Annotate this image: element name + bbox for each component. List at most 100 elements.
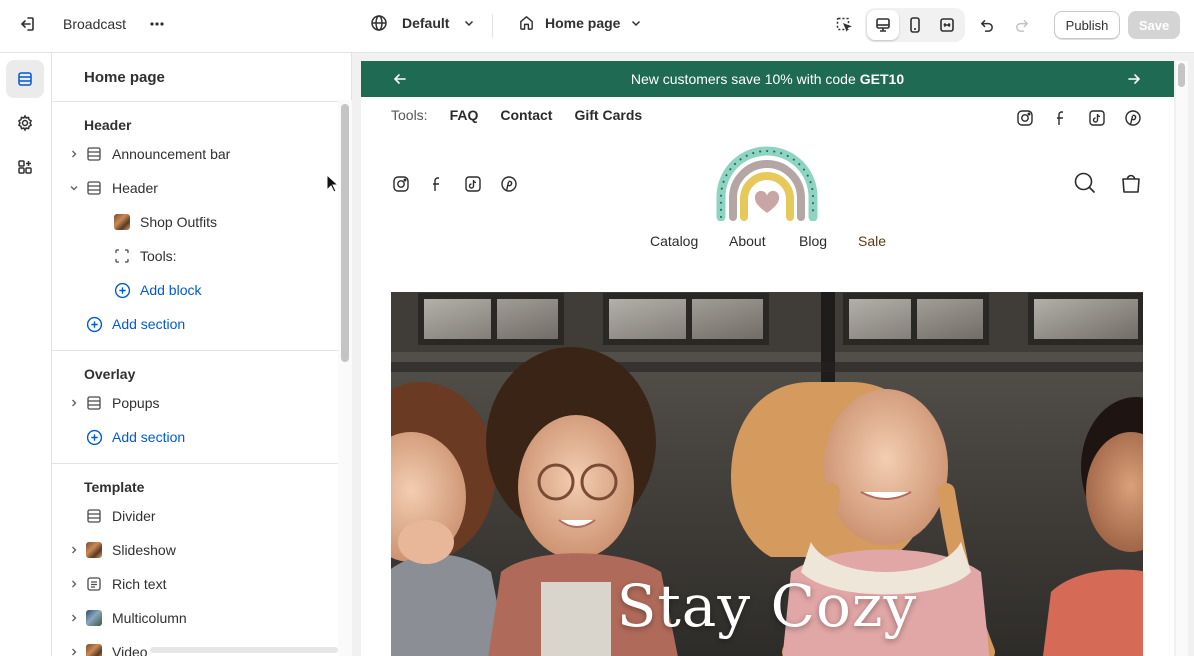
theme-selector[interactable]: Default xyxy=(370,14,475,32)
arrow-left-icon[interactable] xyxy=(391,70,409,88)
rainbow-logo[interactable] xyxy=(715,145,819,226)
chevron-down-icon[interactable] xyxy=(68,182,80,194)
sections-icon[interactable] xyxy=(6,60,44,98)
globe-icon xyxy=(370,14,388,32)
nav-link-sale[interactable]: Sale xyxy=(858,233,886,249)
hero-slideshow-image[interactable]: Stay Cozy xyxy=(391,292,1143,656)
sidebar-scrollbar[interactable] xyxy=(341,104,349,362)
image-thumbnail-icon xyxy=(85,541,103,559)
image-thumbnail-icon xyxy=(113,213,131,231)
preview-scrollbar[interactable] xyxy=(1178,63,1185,87)
top-bar: Broadcast Default Home page Publish Save xyxy=(0,0,1194,53)
add-section-button[interactable]: Add section xyxy=(52,420,338,454)
theme-label: Default xyxy=(402,15,450,31)
arrow-right-icon[interactable] xyxy=(1125,70,1143,88)
add-section-label: Add section xyxy=(112,316,186,332)
add-section-button[interactable]: Add section xyxy=(52,307,338,341)
more-horizontal-icon[interactable] xyxy=(142,9,172,39)
sidebar-item-announcement-bar[interactable]: Announcement bar xyxy=(52,137,338,171)
page-selector[interactable]: Home page xyxy=(518,14,642,31)
store-name[interactable]: Broadcast xyxy=(63,16,126,32)
section-icon xyxy=(85,394,103,412)
add-section-label: Add section xyxy=(112,429,186,445)
chevron-right-icon[interactable] xyxy=(68,397,80,409)
sidebar-item-multicolumn[interactable]: Multicolumn xyxy=(52,601,338,635)
tools-label: Tools: xyxy=(391,107,428,123)
publish-button[interactable]: Publish xyxy=(1054,11,1120,39)
sidebar-item-label: Shop Outfits xyxy=(140,214,218,230)
left-rail xyxy=(0,53,52,656)
sidebar-item-label: Header xyxy=(112,180,158,196)
group-title-overlay: Overlay xyxy=(84,366,136,382)
sidebar-item-label: Slideshow xyxy=(112,542,176,558)
tool-link-contact[interactable]: Contact xyxy=(500,107,552,123)
pinterest-icon[interactable] xyxy=(1123,108,1143,128)
exit-icon[interactable] xyxy=(12,9,42,39)
nav-link-blog[interactable]: Blog xyxy=(799,233,827,249)
sections-sidebar: Home page Header Announcement bar Header… xyxy=(52,53,352,656)
home-icon xyxy=(518,14,535,31)
tiktok-icon[interactable] xyxy=(1087,108,1107,128)
search-icon[interactable] xyxy=(1073,171,1097,195)
divider xyxy=(52,463,338,464)
sidebar-item-label: Rich text xyxy=(112,576,167,592)
sidebar-item-shop-outfits[interactable]: Shop Outfits xyxy=(52,205,338,239)
sidebar-item-label: Video xyxy=(112,644,148,656)
mobile-icon[interactable] xyxy=(899,10,931,40)
plus-circle-icon xyxy=(85,315,103,333)
chevron-right-icon[interactable] xyxy=(68,148,80,160)
add-block-button[interactable]: Add block xyxy=(52,273,338,307)
preview-scrollbar-track xyxy=(1176,61,1188,656)
tool-link-faq[interactable]: FAQ xyxy=(450,107,479,123)
frame-icon xyxy=(113,247,131,265)
announcement-bar[interactable]: New customers save 10% with code GET10 xyxy=(361,61,1174,97)
chevron-right-icon[interactable] xyxy=(68,578,80,590)
hero-title: Stay Cozy xyxy=(616,572,918,640)
group-title-template: Template xyxy=(84,479,145,495)
desktop-icon[interactable] xyxy=(867,10,899,40)
chevron-right-icon[interactable] xyxy=(68,544,80,556)
fullwidth-icon[interactable] xyxy=(931,10,963,40)
nav-link-about[interactable]: About xyxy=(729,233,766,249)
announcement-code: GET10 xyxy=(859,71,905,87)
inspector-icon[interactable] xyxy=(829,10,859,40)
plus-circle-icon xyxy=(85,428,103,446)
apps-icon[interactable] xyxy=(6,148,44,186)
chevron-right-icon[interactable] xyxy=(68,646,80,656)
section-icon xyxy=(85,507,103,525)
divider xyxy=(492,14,493,38)
sidebar-title: Home page xyxy=(84,69,165,86)
instagram-icon[interactable] xyxy=(391,174,411,194)
tool-link-gift-cards[interactable]: Gift Cards xyxy=(574,107,642,123)
sidebar-item-popups[interactable]: Popups xyxy=(52,386,338,420)
divider xyxy=(52,101,338,102)
sidebar-horizontal-scrollbar[interactable] xyxy=(150,647,338,653)
add-block-label: Add block xyxy=(140,282,202,298)
save-button[interactable]: Save xyxy=(1128,11,1180,39)
redo-icon[interactable] xyxy=(1007,10,1037,40)
announcement-text: New customers save 10% with code xyxy=(630,71,856,87)
tiktok-icon[interactable] xyxy=(463,174,483,194)
sidebar-item-divider[interactable]: Divider xyxy=(52,499,338,533)
sidebar-item-slideshow[interactable]: Slideshow xyxy=(52,533,338,567)
plus-circle-icon xyxy=(113,281,131,299)
mouse-cursor-icon xyxy=(326,174,340,193)
undo-icon[interactable] xyxy=(971,10,1001,40)
facebook-icon[interactable] xyxy=(427,174,447,194)
section-icon xyxy=(85,145,103,163)
shopping-bag-icon[interactable] xyxy=(1119,171,1143,195)
sidebar-item-label: Popups xyxy=(112,395,160,411)
storefront-preview[interactable]: New customers save 10% with code GET10 T… xyxy=(361,61,1174,656)
facebook-icon[interactable] xyxy=(1051,108,1071,128)
pinterest-icon[interactable] xyxy=(499,174,519,194)
sidebar-item-tools[interactable]: Tools: xyxy=(52,239,338,273)
nav-link-catalog[interactable]: Catalog xyxy=(650,233,698,249)
instagram-icon[interactable] xyxy=(1015,108,1035,128)
gear-icon[interactable] xyxy=(6,104,44,142)
sidebar-item-rich-text[interactable]: Rich text xyxy=(52,567,338,601)
sidebar-item-label: Announcement bar xyxy=(112,146,231,162)
chevron-right-icon[interactable] xyxy=(68,612,80,624)
sidebar-item-header[interactable]: Header xyxy=(52,171,338,205)
group-title-header: Header xyxy=(84,117,132,133)
divider xyxy=(52,350,338,351)
